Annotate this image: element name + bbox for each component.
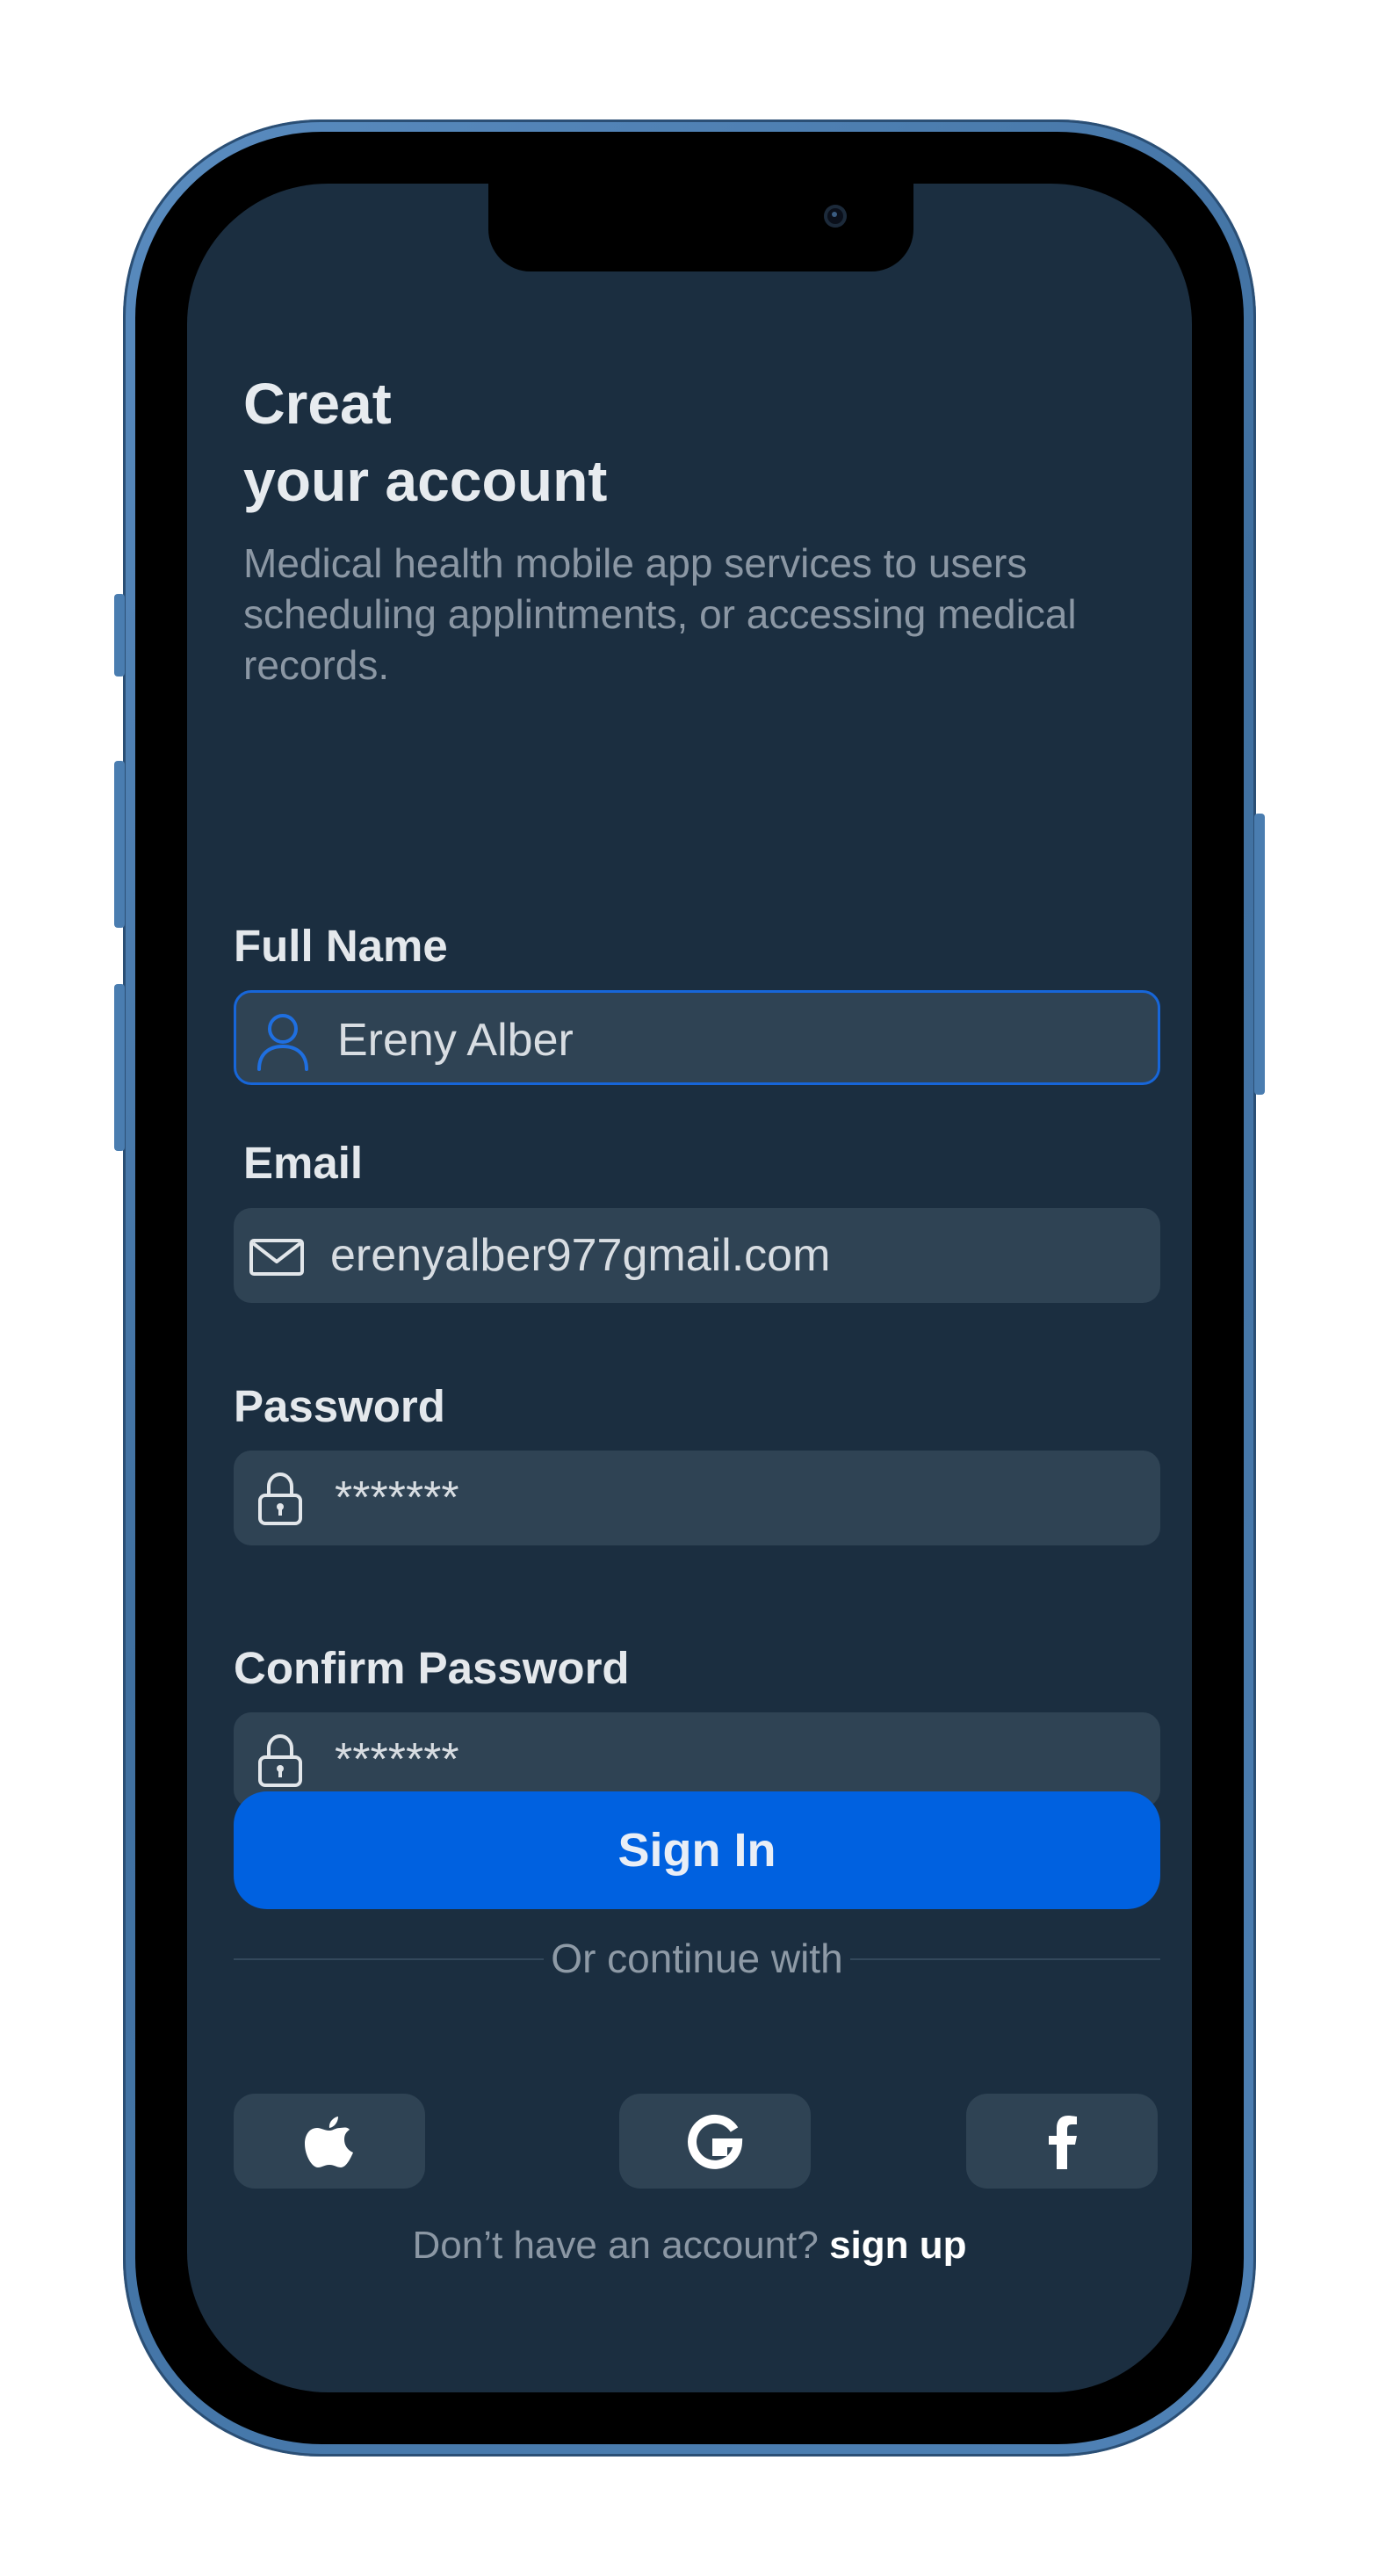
app-screen: Creat your account Medical health mobile… bbox=[187, 184, 1192, 2392]
user-icon bbox=[252, 1008, 314, 1073]
full-name-field[interactable] bbox=[234, 990, 1160, 1088]
mail-icon bbox=[246, 1223, 307, 1288]
page-title: Creat your account bbox=[243, 365, 607, 519]
password-label: Password bbox=[234, 1381, 445, 1431]
email-label: Email bbox=[243, 1138, 364, 1188]
password-input[interactable] bbox=[335, 1451, 1125, 1545]
sign-up-link[interactable]: sign up bbox=[829, 2224, 966, 2267]
google-login-button[interactable] bbox=[619, 2094, 811, 2189]
sign-in-button[interactable]: Sign In bbox=[234, 1791, 1160, 1909]
phone-frame: Creat your account Medical health mobile… bbox=[114, 119, 1265, 2457]
password-field[interactable] bbox=[234, 1451, 1160, 1545]
volume-down-button bbox=[114, 984, 125, 1151]
facebook-icon bbox=[1049, 2116, 1077, 2169]
title-line-1: Creat bbox=[243, 371, 392, 436]
title-line-2: your account bbox=[243, 448, 608, 513]
camera-icon bbox=[824, 205, 847, 228]
email-field[interactable] bbox=[234, 1208, 1160, 1303]
power-button bbox=[1254, 814, 1265, 1095]
google-icon bbox=[688, 2114, 743, 2169]
mute-switch bbox=[114, 594, 125, 677]
apple-login-button[interactable] bbox=[234, 2094, 425, 2189]
page-subtitle: Medical health mobile app services to us… bbox=[243, 540, 1077, 688]
email-input[interactable] bbox=[330, 1208, 1121, 1303]
lock-icon bbox=[249, 1465, 311, 1530]
phone-bezel: Creat your account Medical health mobile… bbox=[135, 132, 1244, 2444]
lock-icon bbox=[249, 1727, 311, 1792]
full-name-label: Full Name bbox=[234, 921, 448, 971]
or-continue-divider: Or continue with bbox=[234, 1932, 1160, 1985]
signup-prompt: Don’t have an account? sign up bbox=[187, 2224, 1192, 2268]
confirm-password-label: Confirm Password bbox=[234, 1643, 630, 1693]
facebook-login-button[interactable] bbox=[966, 2094, 1158, 2189]
volume-up-button bbox=[114, 761, 125, 928]
signup-prompt-text: Don’t have an account? bbox=[412, 2224, 819, 2267]
notch bbox=[488, 184, 913, 271]
apple-icon bbox=[305, 2117, 353, 2167]
full-name-input[interactable] bbox=[337, 993, 1128, 1088]
divider-text: Or continue with bbox=[544, 1936, 850, 1981]
